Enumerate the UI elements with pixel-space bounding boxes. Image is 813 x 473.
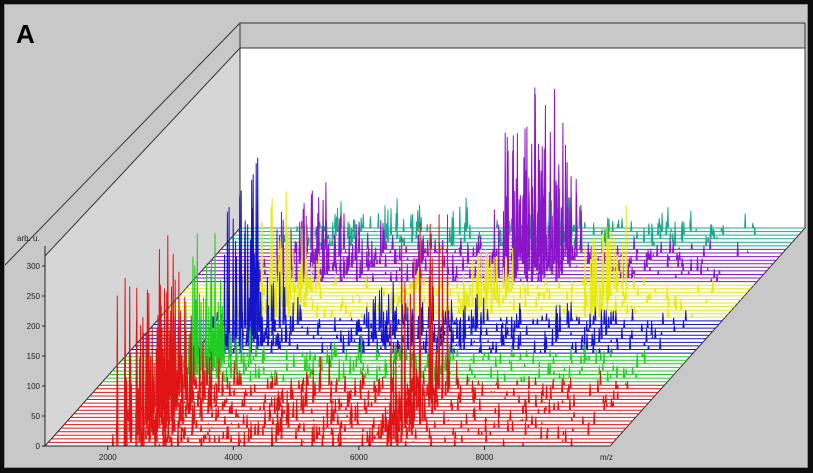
y-tick-label-300: 300: [27, 262, 41, 271]
x-tick-label-6000: 6000: [350, 453, 368, 462]
y-tick-label-50: 50: [31, 412, 40, 421]
y-tick-label-200: 200: [27, 322, 41, 331]
y-tick-label-100: 100: [27, 382, 41, 391]
chart-frame: 0 50 100 150 200 250 300 arb. u. 2000 4000 6000 800…: [4, 4, 808, 468]
mass-spectra-waterfall-chart: 0 50 100 150 200 250 300 arb. u. 2000 4000 6000 800…: [5, 22, 807, 462]
y-tick-label-250: 250: [27, 292, 41, 301]
x-tick-label-8000: 8000: [476, 453, 494, 462]
x-tick-label-4000: 4000: [224, 453, 242, 462]
x-axis-label: m/z: [600, 453, 613, 462]
y-tick-label-150: 150: [27, 352, 41, 361]
panel-letter: A: [16, 19, 35, 49]
y-tick-label-0: 0: [36, 442, 41, 451]
y-axis-label: arb. u.: [17, 234, 40, 243]
x-tick-label-2000: 2000: [99, 453, 117, 462]
